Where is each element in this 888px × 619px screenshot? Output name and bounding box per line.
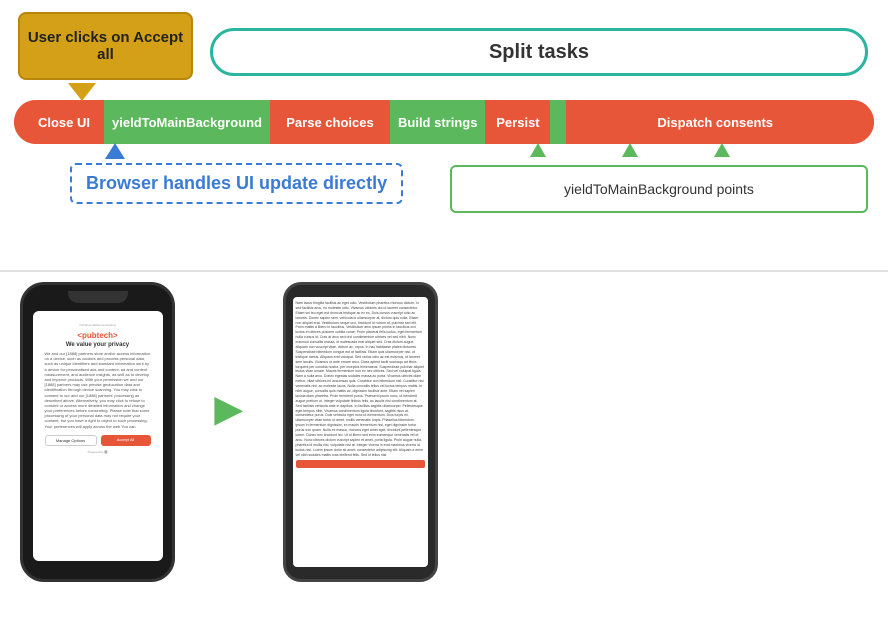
phone-1-notch [68,291,128,303]
phone-2: Nam lacus fringilla facilisis ac eget od… [283,282,438,582]
phone-1-screen: Continue without accepting <pubtech> We … [33,311,163,561]
arrow-up-yield-2-icon [622,143,638,157]
pipe-build-strings-green: Build strings [390,100,485,144]
phone-2-screen: Nam lacus fringilla facilisis ac eget od… [293,297,428,567]
phone-1: Continue without accepting <pubtech> We … [20,282,175,582]
lorem-text: Nam lacus fringilla facilisis ac eget od… [296,301,425,458]
arrow-up-yield-3-icon [714,143,730,157]
pipe-dispatch-consents: Dispatch consents [566,100,874,144]
arrow-up-browser-icon [105,143,125,159]
consent-continue-label: Continue without accepting [45,323,151,327]
powered-by: Powered by 🅰 [45,450,151,454]
pipe-persist: Persist [485,100,550,144]
consent-body: We and our [1888] partners store and/or … [45,351,151,429]
yield-points-box: yieldToMainBackground points [450,165,868,213]
user-clicks-label: User clicks on Accept all [20,29,191,63]
user-clicks-box: User clicks on Accept all [18,12,193,80]
pipe-dispatch-green [550,100,566,144]
arrow-down-user-icon [68,83,96,101]
pipe-close-ui: Close UI [14,100,104,144]
split-tasks-label: Split tasks [489,41,589,64]
red-bar [296,460,425,468]
arrow-up-yield-1-icon [530,143,546,157]
pubtech-logo: <pubtech> [45,331,151,340]
browser-handles-text: Browser handles UI update directly [70,163,403,204]
consent-banner: Continue without accepting <pubtech> We … [41,319,155,458]
pipe-yield-main: yieldToMainBackground [104,100,270,144]
pipe-parse-choices: Parse choices [270,100,390,144]
split-tasks-banner: Split tasks [210,28,868,76]
manage-options-button[interactable]: Manage Options [45,435,97,446]
consent-buttons: Manage Options Accept All [45,435,151,446]
arrow-right-icon: ► [205,382,253,437]
tagline: We value your privacy [45,342,151,348]
diagram-area: User clicks on Accept all Split tasks Cl… [0,0,888,280]
bottom-section: Continue without accepting <pubtech> We … [0,272,888,619]
yield-points-label: yieldToMainBackground points [564,181,754,197]
accept-all-button[interactable]: Accept All [101,435,151,446]
pipeline-bar: Close UI yieldToMainBackground Parse cho… [14,100,874,144]
